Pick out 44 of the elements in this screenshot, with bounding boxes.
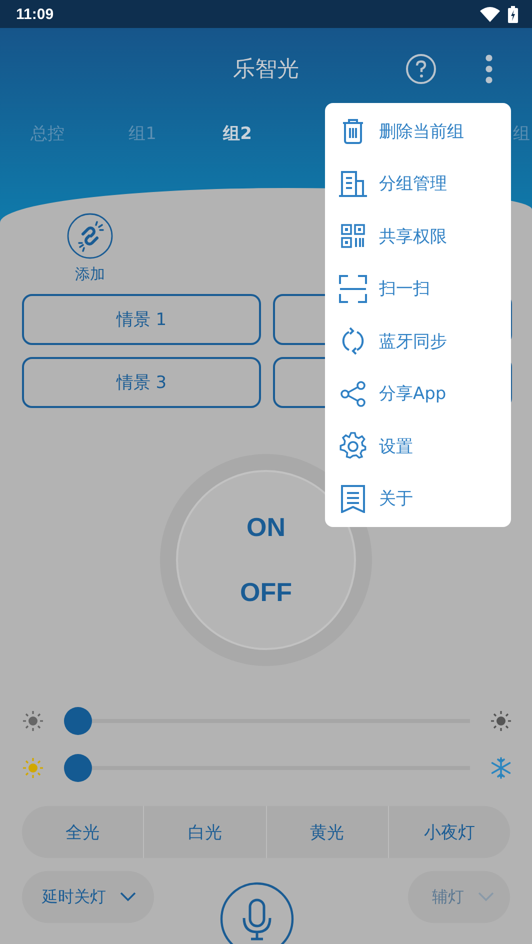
add-label: 添加 <box>75 265 105 284</box>
chevron-icon <box>120 892 136 902</box>
qr-code-icon <box>339 224 367 248</box>
more-icon[interactable] <box>484 54 494 84</box>
mode-button[interactable]: 黄光 <box>266 806 388 858</box>
menu-item[interactable]: 共享权限 <box>325 210 511 262</box>
sun-icon <box>22 757 44 779</box>
menu-item[interactable]: 分享App <box>325 368 511 420</box>
clock-time: 11:09 <box>16 6 54 22</box>
menu-item[interactable]: 扫一扫 <box>325 262 511 315</box>
chevron-icon <box>478 892 494 902</box>
group-tab[interactable]: 总控 <box>0 122 95 144</box>
sun-icon <box>490 710 512 732</box>
battery-icon <box>508 6 518 22</box>
microphone-button[interactable] <box>220 882 294 944</box>
snowflake-icon <box>490 757 512 779</box>
sun-icon <box>22 710 44 732</box>
building-icon <box>339 170 367 197</box>
group-tab[interactable]: 组1 <box>95 122 190 144</box>
share-icon <box>339 380 367 407</box>
link-icon[interactable] <box>67 213 113 259</box>
help-icon[interactable] <box>405 53 437 85</box>
app-title: 乐智光 <box>232 56 300 84</box>
mode-button[interactable]: 全光 <box>22 806 144 858</box>
mode-button[interactable]: 白光 <box>143 806 266 858</box>
menu-item[interactable]: 删除当前组 <box>325 105 511 158</box>
group-tab[interactable]: 组2 <box>190 122 285 144</box>
timer-dropdown[interactable]: 延时关灯 <box>22 871 154 923</box>
aux-light-dropdown[interactable]: 辅灯 <box>408 871 510 923</box>
scene-button[interactable]: 情景 1 <box>22 294 261 345</box>
menu-item[interactable]: 分组管理 <box>325 158 511 210</box>
menu-item[interactable]: 关于 <box>325 472 511 525</box>
off-button[interactable]: OFF <box>240 577 292 608</box>
on-button[interactable]: ON <box>246 512 286 543</box>
document-icon <box>339 484 367 513</box>
scan-icon <box>339 274 367 303</box>
slider-thumb[interactable] <box>64 754 92 782</box>
mode-button[interactable]: 小夜灯 <box>388 806 510 858</box>
menu-item[interactable]: 蓝牙同步 <box>325 315 511 368</box>
menu-item[interactable]: 设置 <box>325 420 511 472</box>
wifi-icon <box>480 6 500 22</box>
settings-icon <box>339 432 367 460</box>
slider-thumb[interactable] <box>64 707 92 735</box>
scene-button[interactable]: 情景 3 <box>22 357 261 408</box>
